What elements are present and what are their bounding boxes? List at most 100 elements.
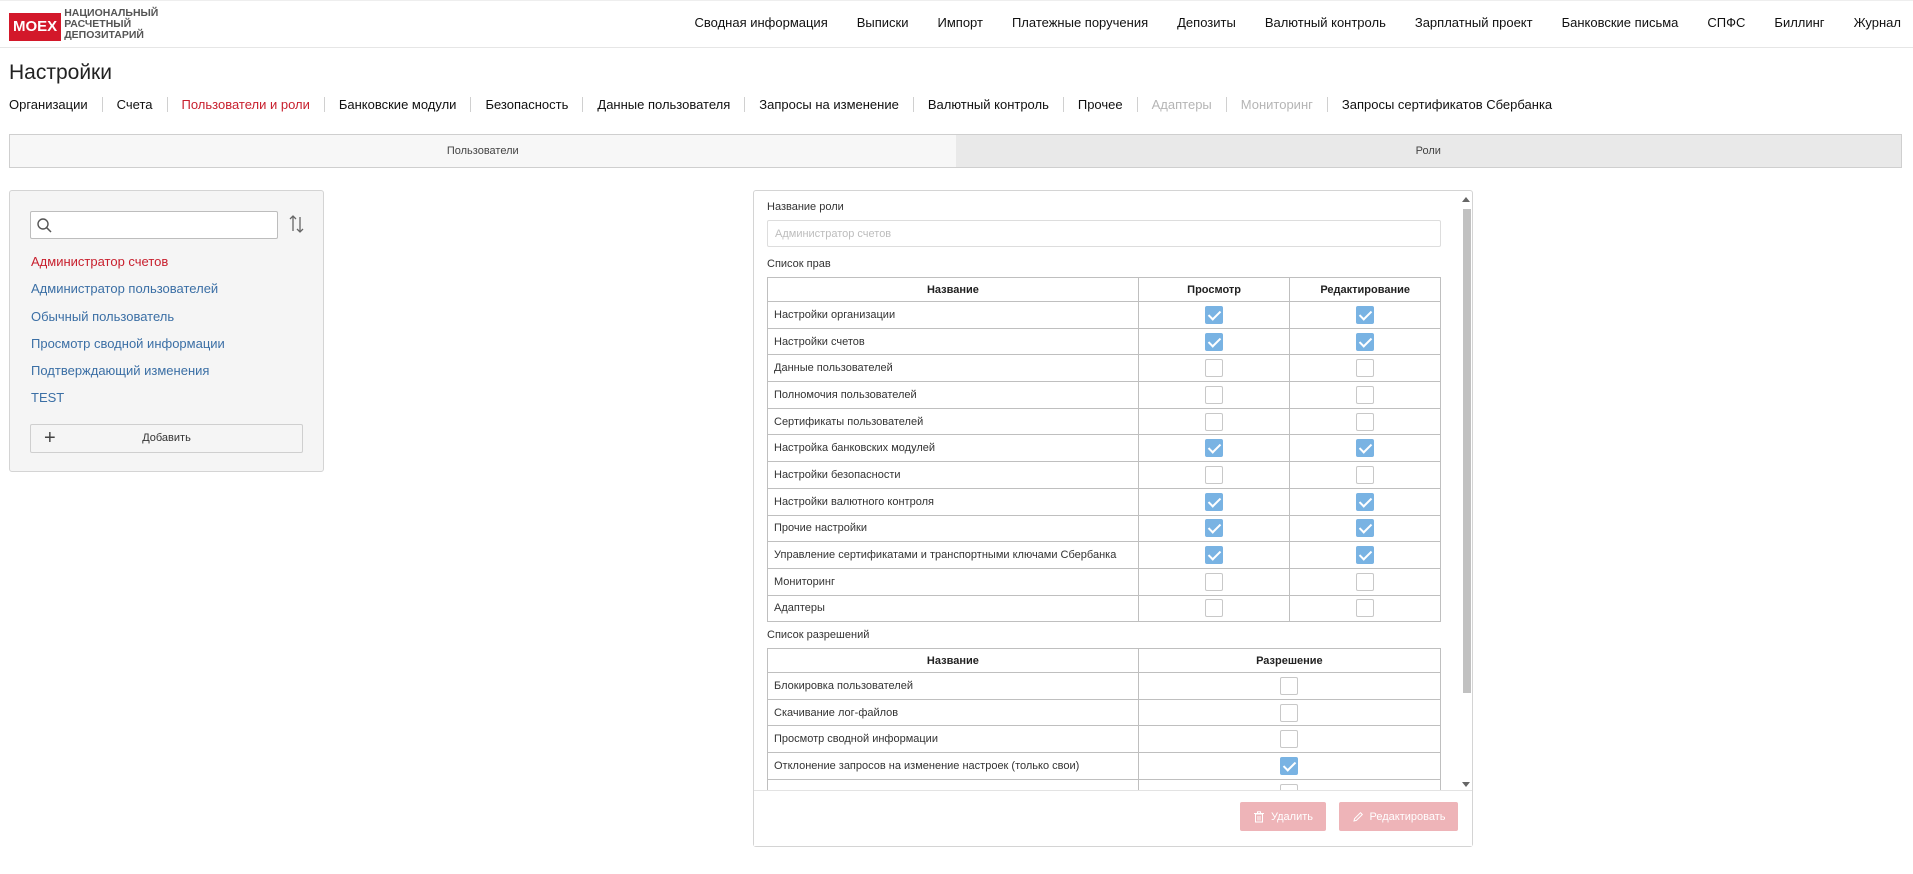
role-item[interactable]: Администратор счетов bbox=[31, 253, 225, 280]
role-search-input[interactable] bbox=[30, 211, 278, 239]
tab-user-data[interactable]: Данные пользователя bbox=[582, 97, 744, 112]
tab-adapters: Адаптеры bbox=[1136, 97, 1226, 112]
view-checkbox[interactable] bbox=[1205, 546, 1224, 565]
right-view-cell bbox=[1137, 407, 1291, 436]
sort-icon[interactable] bbox=[288, 213, 306, 235]
edit-checkbox[interactable] bbox=[1356, 385, 1375, 404]
scrollbar-thumb[interactable] bbox=[1463, 209, 1471, 693]
add-role-button[interactable]: + Добавить bbox=[30, 424, 303, 453]
edit-checkbox[interactable] bbox=[1356, 412, 1375, 431]
logo[interactable]: MOEX НАЦИОНАЛЬНЫЙ РАСЧЕТНЫЙ ДЕПОЗИТАРИЙ bbox=[9, 7, 158, 41]
tab-accounts[interactable]: Счета bbox=[101, 97, 167, 112]
role-name-label: Название роли bbox=[767, 201, 844, 213]
rights-row: Настройки счетов bbox=[767, 327, 1441, 356]
role-item[interactable]: TEST bbox=[31, 389, 225, 416]
tab-sberbank-cert-requests[interactable]: Запросы сертификатов Сбербанка bbox=[1326, 97, 1566, 112]
view-checkbox[interactable] bbox=[1205, 412, 1224, 431]
edit-checkbox[interactable] bbox=[1356, 465, 1375, 484]
right-view-cell bbox=[1137, 514, 1291, 543]
tab-other[interactable]: Прочее bbox=[1062, 97, 1137, 112]
nav-salary-project[interactable]: Зарплатный проект bbox=[1415, 15, 1533, 30]
right-name: Управление сертификатами и транспортными… bbox=[767, 541, 1139, 569]
logo-text: НАЦИОНАЛЬНЫЙ РАСЧЕТНЫЙ ДЕПОЗИТАРИЙ bbox=[64, 6, 159, 41]
view-checkbox[interactable] bbox=[1205, 332, 1224, 351]
nav-statements[interactable]: Выписки bbox=[857, 15, 909, 30]
scroll-up-icon[interactable] bbox=[1462, 197, 1470, 202]
permissions-list-label: Список разрешений bbox=[767, 629, 870, 641]
edit-checkbox[interactable] bbox=[1356, 599, 1375, 618]
view-checkbox[interactable] bbox=[1205, 439, 1224, 458]
nav-bank-letters[interactable]: Банковские письма bbox=[1562, 15, 1679, 30]
allow-checkbox[interactable] bbox=[1280, 676, 1299, 695]
allow-checkbox[interactable] bbox=[1280, 730, 1299, 749]
rights-row: Данные пользователей bbox=[767, 354, 1441, 383]
nav-payment-orders[interactable]: Платежные поручения bbox=[1012, 15, 1148, 30]
view-checkbox[interactable] bbox=[1205, 465, 1224, 484]
permission-row: Просмотр сводной информации bbox=[767, 725, 1442, 754]
edit-label: Редактировать bbox=[1369, 810, 1446, 823]
logo-line: НАЦИОНАЛЬНЫЙ bbox=[64, 6, 159, 19]
nav-billing[interactable]: Биллинг bbox=[1774, 15, 1824, 30]
right-edit-cell bbox=[1289, 381, 1441, 409]
right-name: Прочие настройки bbox=[767, 514, 1139, 543]
right-view-cell bbox=[1137, 461, 1291, 489]
tab-security[interactable]: Безопасность bbox=[470, 97, 582, 112]
right-name: Настройки счетов bbox=[767, 327, 1139, 356]
right-name: Настройка банковских модулей bbox=[767, 434, 1139, 463]
tab-monitoring: Мониторинг bbox=[1225, 97, 1327, 112]
edit-checkbox[interactable] bbox=[1356, 359, 1375, 378]
tab-organizations[interactable]: Организации bbox=[9, 97, 102, 112]
delete-button[interactable]: Удалить bbox=[1240, 802, 1326, 831]
role-actions: Удалить Редактировать bbox=[754, 790, 1472, 846]
tab-users-roles[interactable]: Пользователи и роли bbox=[166, 97, 324, 112]
role-name-field[interactable]: Администратор счетов bbox=[767, 220, 1441, 247]
rights-row: Настройки организации bbox=[767, 301, 1441, 329]
permission-allow-cell bbox=[1137, 672, 1442, 700]
logo-line: РАСЧЕТНЫЙ bbox=[64, 17, 132, 30]
logo-line: ДЕПОЗИТАРИЙ bbox=[64, 28, 144, 41]
view-checkbox[interactable] bbox=[1205, 519, 1224, 538]
edit-checkbox[interactable] bbox=[1356, 546, 1375, 565]
right-view-cell bbox=[1137, 354, 1291, 383]
right-edit-cell bbox=[1289, 567, 1441, 596]
nav-currency-control[interactable]: Валютный контроль bbox=[1265, 15, 1386, 30]
role-item[interactable]: Просмотр сводной информации bbox=[31, 335, 225, 362]
edit-checkbox[interactable] bbox=[1356, 439, 1375, 458]
edit-checkbox[interactable] bbox=[1356, 492, 1375, 511]
edit-checkbox[interactable] bbox=[1356, 305, 1375, 324]
vertical-scrollbar[interactable] bbox=[1461, 195, 1471, 789]
nav-summary[interactable]: Сводная информация bbox=[694, 15, 827, 30]
role-item[interactable]: Подтверждающий изменения bbox=[31, 362, 225, 389]
scroll-down-icon[interactable] bbox=[1462, 782, 1470, 787]
right-edit-cell bbox=[1289, 434, 1441, 463]
segment-users[interactable]: Пользователи bbox=[10, 135, 956, 167]
tab-bank-modules[interactable]: Банковские модули bbox=[323, 97, 471, 112]
role-details-scroll[interactable]: Название роли Администратор счетов Списо… bbox=[754, 191, 1462, 791]
nav-import[interactable]: Импорт bbox=[938, 15, 983, 30]
rights-row: Сертификаты пользователей bbox=[767, 407, 1441, 436]
edit-checkbox[interactable] bbox=[1356, 332, 1375, 351]
view-checkbox[interactable] bbox=[1205, 359, 1224, 378]
nav-journal[interactable]: Журнал bbox=[1854, 15, 1901, 30]
view-checkbox[interactable] bbox=[1205, 305, 1224, 324]
role-item[interactable]: Обычный пользователь bbox=[31, 308, 225, 335]
nav-deposits[interactable]: Депозиты bbox=[1177, 15, 1236, 30]
allow-checkbox[interactable] bbox=[1280, 756, 1299, 775]
edit-checkbox[interactable] bbox=[1356, 572, 1375, 591]
right-name: Полномочия пользователей bbox=[767, 381, 1139, 409]
right-view-cell bbox=[1137, 434, 1291, 463]
edit-checkbox[interactable] bbox=[1356, 519, 1375, 538]
allow-checkbox[interactable] bbox=[1280, 703, 1299, 722]
view-checkbox[interactable] bbox=[1205, 385, 1224, 404]
view-checkbox[interactable] bbox=[1205, 599, 1224, 618]
segment-roles[interactable]: Роли bbox=[955, 135, 1901, 167]
view-checkbox[interactable] bbox=[1205, 492, 1224, 511]
nav-spfs[interactable]: СПФС bbox=[1707, 15, 1745, 30]
edit-button[interactable]: Редактировать bbox=[1339, 802, 1458, 831]
tab-change-requests[interactable]: Запросы на изменение bbox=[744, 97, 913, 112]
right-name: Настройки безопасности bbox=[767, 461, 1139, 489]
role-item[interactable]: Администратор пользователей bbox=[31, 280, 225, 307]
tab-currency-control[interactable]: Валютный контроль bbox=[912, 97, 1063, 112]
view-checkbox[interactable] bbox=[1205, 572, 1224, 591]
permission-row: Отклонение запросов на изменение настрое… bbox=[767, 752, 1442, 780]
